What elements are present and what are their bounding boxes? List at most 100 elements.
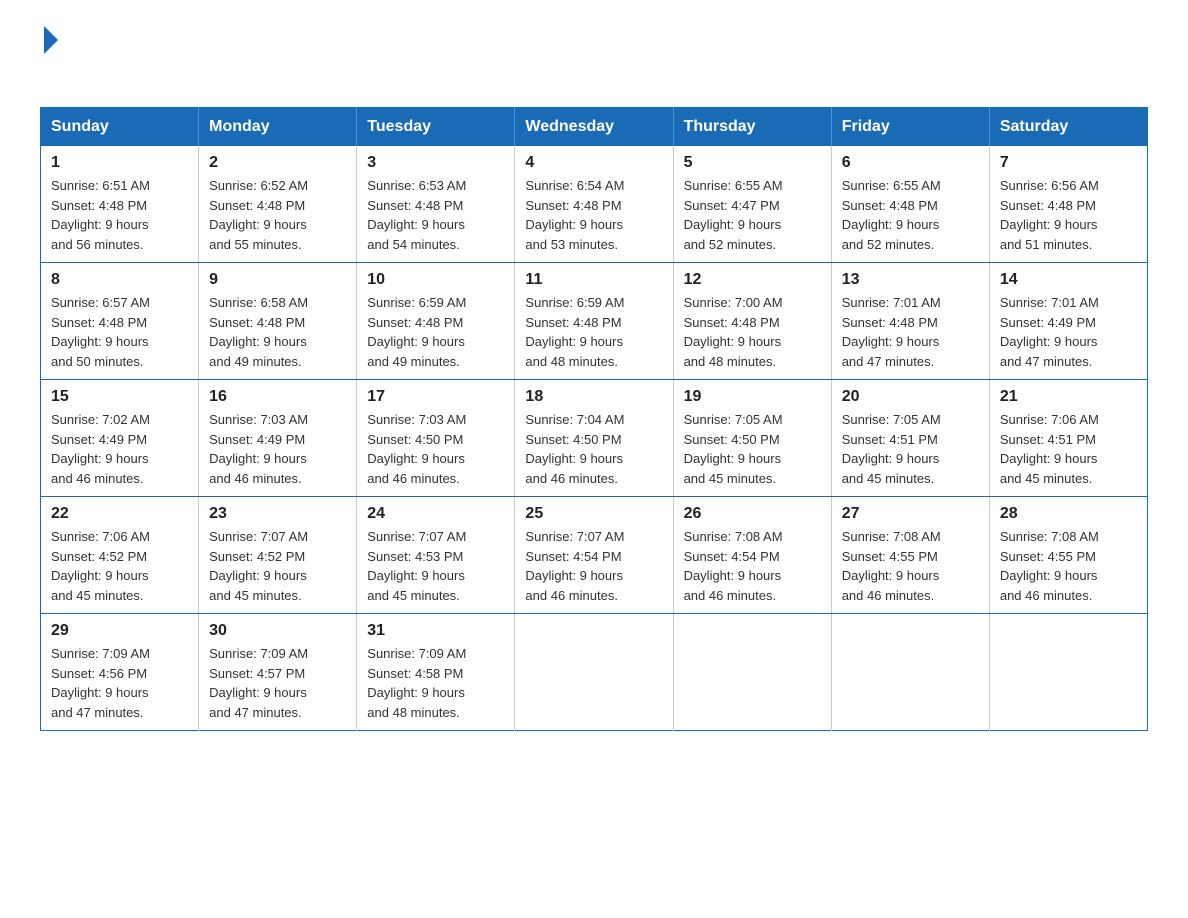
week-row-1: 1 Sunrise: 6:51 AMSunset: 4:48 PMDaylight…: [41, 146, 1148, 263]
table-row: 1 Sunrise: 6:51 AMSunset: 4:48 PMDaylight…: [41, 146, 199, 263]
day-number: 2: [209, 154, 346, 172]
day-number: 19: [684, 388, 821, 406]
logo-arrow-icon: [44, 26, 58, 54]
day-info: Sunrise: 6:59 AMSunset: 4:48 PMDaylight:…: [367, 293, 504, 371]
day-info: Sunrise: 6:58 AMSunset: 4:48 PMDaylight:…: [209, 293, 346, 371]
table-row: 24 Sunrise: 7:07 AMSunset: 4:53 PMDayligh…: [357, 497, 515, 614]
day-info: Sunrise: 7:07 AMSunset: 4:53 PMDaylight:…: [367, 527, 504, 605]
day-number: 8: [51, 271, 188, 289]
day-info: Sunrise: 7:08 AMSunset: 4:55 PMDaylight:…: [1000, 527, 1137, 605]
table-row: 15Sunrise: 7:02 AMSunset: 4:49 PMDayligh…: [41, 380, 199, 497]
day-info: Sunrise: 7:08 AMSunset: 4:54 PMDaylight:…: [684, 527, 821, 605]
logo: General: [40, 30, 141, 83]
day-info: Sunrise: 7:03 AMSunset: 4:49 PMDaylight:…: [209, 410, 346, 488]
week-row-3: 15Sunrise: 7:02 AMSunset: 4:49 PMDayligh…: [41, 380, 1148, 497]
day-number: 12: [684, 271, 821, 289]
day-number: 26: [684, 505, 821, 523]
day-info: Sunrise: 7:08 AMSunset: 4:55 PMDaylight:…: [842, 527, 979, 605]
day-number: 1: [51, 154, 188, 172]
day-info: Sunrise: 6:59 AMSunset: 4:48 PMDaylight:…: [525, 293, 662, 371]
table-row: 12 Sunrise: 7:00 AMSunset: 4:48 PMDayligh…: [673, 263, 831, 380]
day-info: Sunrise: 6:54 AMSunset: 4:48 PMDaylight:…: [525, 176, 662, 254]
table-row: 20 Sunrise: 7:05 AMSunset: 4:51 PMDayligh…: [831, 380, 989, 497]
day-info: Sunrise: 6:53 AMSunset: 4:48 PMDaylight:…: [367, 176, 504, 254]
table-row: 30Sunrise: 7:09 AMSunset: 4:57 PMDayligh…: [199, 614, 357, 731]
day-info: Sunrise: 7:00 AMSunset: 4:48 PMDaylight:…: [684, 293, 821, 371]
day-info: Sunrise: 7:09 AMSunset: 4:58 PMDaylight:…: [367, 644, 504, 722]
day-info: Sunrise: 6:55 AMSunset: 4:48 PMDaylight:…: [842, 176, 979, 254]
table-row: 26 Sunrise: 7:08 AMSunset: 4:54 PMDayligh…: [673, 497, 831, 614]
day-number: 17: [367, 388, 504, 406]
table-row: 6 Sunrise: 6:55 AMSunset: 4:48 PMDaylight…: [831, 146, 989, 263]
day-number: 10: [367, 271, 504, 289]
col-wednesday: Wednesday: [515, 108, 673, 147]
day-info: Sunrise: 6:56 AMSunset: 4:48 PMDaylight:…: [1000, 176, 1137, 254]
day-number: 29: [51, 622, 188, 640]
day-info: Sunrise: 6:55 AMSunset: 4:47 PMDaylight:…: [684, 176, 821, 254]
day-number: 27: [842, 505, 979, 523]
col-sunday: Sunday: [41, 108, 199, 147]
col-tuesday: Tuesday: [357, 108, 515, 147]
day-number: 25: [525, 505, 662, 523]
table-row: 31 Sunrise: 7:09 AMSunset: 4:58 PMDayligh…: [357, 614, 515, 731]
col-friday: Friday: [831, 108, 989, 147]
table-row: 19 Sunrise: 7:05 AMSunset: 4:50 PMDayligh…: [673, 380, 831, 497]
calendar-header-row: Sunday Monday Tuesday Wednesday Thursday…: [41, 108, 1148, 147]
day-info: Sunrise: 7:07 AMSunset: 4:54 PMDaylight:…: [525, 527, 662, 605]
table-row: 10 Sunrise: 6:59 AMSunset: 4:48 PMDayligh…: [357, 263, 515, 380]
table-row: [831, 614, 989, 731]
day-number: 9: [209, 271, 346, 289]
table-row: 18 Sunrise: 7:04 AMSunset: 4:50 PMDayligh…: [515, 380, 673, 497]
week-row-5: 29Sunrise: 7:09 AMSunset: 4:56 PMDayligh…: [41, 614, 1148, 731]
day-info: Sunrise: 7:09 AMSunset: 4:57 PMDaylight:…: [209, 644, 346, 722]
table-row: 27 Sunrise: 7:08 AMSunset: 4:55 PMDayligh…: [831, 497, 989, 614]
table-row: 23Sunrise: 7:07 AMSunset: 4:52 PMDayligh…: [199, 497, 357, 614]
day-info: Sunrise: 7:01 AMSunset: 4:48 PMDaylight:…: [842, 293, 979, 371]
table-row: 4 Sunrise: 6:54 AMSunset: 4:48 PMDaylight…: [515, 146, 673, 263]
day-number: 13: [842, 271, 979, 289]
table-row: 2Sunrise: 6:52 AMSunset: 4:48 PMDaylight…: [199, 146, 357, 263]
day-number: 7: [1000, 154, 1137, 172]
table-row: 8Sunrise: 6:57 AMSunset: 4:48 PMDaylight…: [41, 263, 199, 380]
table-row: 7 Sunrise: 6:56 AMSunset: 4:48 PMDaylight…: [989, 146, 1147, 263]
table-row: [515, 614, 673, 731]
table-row: 28 Sunrise: 7:08 AMSunset: 4:55 PMDayligh…: [989, 497, 1147, 614]
day-number: 4: [525, 154, 662, 172]
table-row: 14 Sunrise: 7:01 AMSunset: 4:49 PMDayligh…: [989, 263, 1147, 380]
table-row: [673, 614, 831, 731]
day-info: Sunrise: 7:05 AMSunset: 4:51 PMDaylight:…: [842, 410, 979, 488]
col-thursday: Thursday: [673, 108, 831, 147]
table-row: 21 Sunrise: 7:06 AMSunset: 4:51 PMDayligh…: [989, 380, 1147, 497]
day-info: Sunrise: 7:05 AMSunset: 4:50 PMDaylight:…: [684, 410, 821, 488]
day-number: 14: [1000, 271, 1137, 289]
week-row-4: 22 Sunrise: 7:06 AMSunset: 4:52 PMDayligh…: [41, 497, 1148, 614]
day-number: 6: [842, 154, 979, 172]
day-info: Sunrise: 7:06 AMSunset: 4:51 PMDaylight:…: [1000, 410, 1137, 488]
day-number: 20: [842, 388, 979, 406]
day-number: 28: [1000, 505, 1137, 523]
day-info: Sunrise: 7:02 AMSunset: 4:49 PMDaylight:…: [51, 410, 188, 488]
table-row: 3Sunrise: 6:53 AMSunset: 4:48 PMDaylight…: [357, 146, 515, 263]
day-number: 11: [525, 271, 662, 289]
table-row: 9 Sunrise: 6:58 AMSunset: 4:48 PMDaylight…: [199, 263, 357, 380]
day-info: Sunrise: 7:01 AMSunset: 4:49 PMDaylight:…: [1000, 293, 1137, 371]
day-info: Sunrise: 7:04 AMSunset: 4:50 PMDaylight:…: [525, 410, 662, 488]
day-number: 31: [367, 622, 504, 640]
table-row: 25 Sunrise: 7:07 AMSunset: 4:54 PMDayligh…: [515, 497, 673, 614]
day-number: 24: [367, 505, 504, 523]
table-row: [989, 614, 1147, 731]
day-number: 22: [51, 505, 188, 523]
day-info: Sunrise: 7:06 AMSunset: 4:52 PMDaylight:…: [51, 527, 188, 605]
table-row: 22 Sunrise: 7:06 AMSunset: 4:52 PMDayligh…: [41, 497, 199, 614]
day-number: 18: [525, 388, 662, 406]
day-number: 16: [209, 388, 346, 406]
col-monday: Monday: [199, 108, 357, 147]
table-row: 17 Sunrise: 7:03 AMSunset: 4:50 PMDayligh…: [357, 380, 515, 497]
week-row-2: 8Sunrise: 6:57 AMSunset: 4:48 PMDaylight…: [41, 263, 1148, 380]
page-header: General: [40, 30, 1148, 83]
day-info: Sunrise: 6:51 AMSunset: 4:48 PMDaylight:…: [51, 176, 188, 254]
day-info: Sunrise: 7:03 AMSunset: 4:50 PMDaylight:…: [367, 410, 504, 488]
day-number: 5: [684, 154, 821, 172]
day-number: 21: [1000, 388, 1137, 406]
col-saturday: Saturday: [989, 108, 1147, 147]
